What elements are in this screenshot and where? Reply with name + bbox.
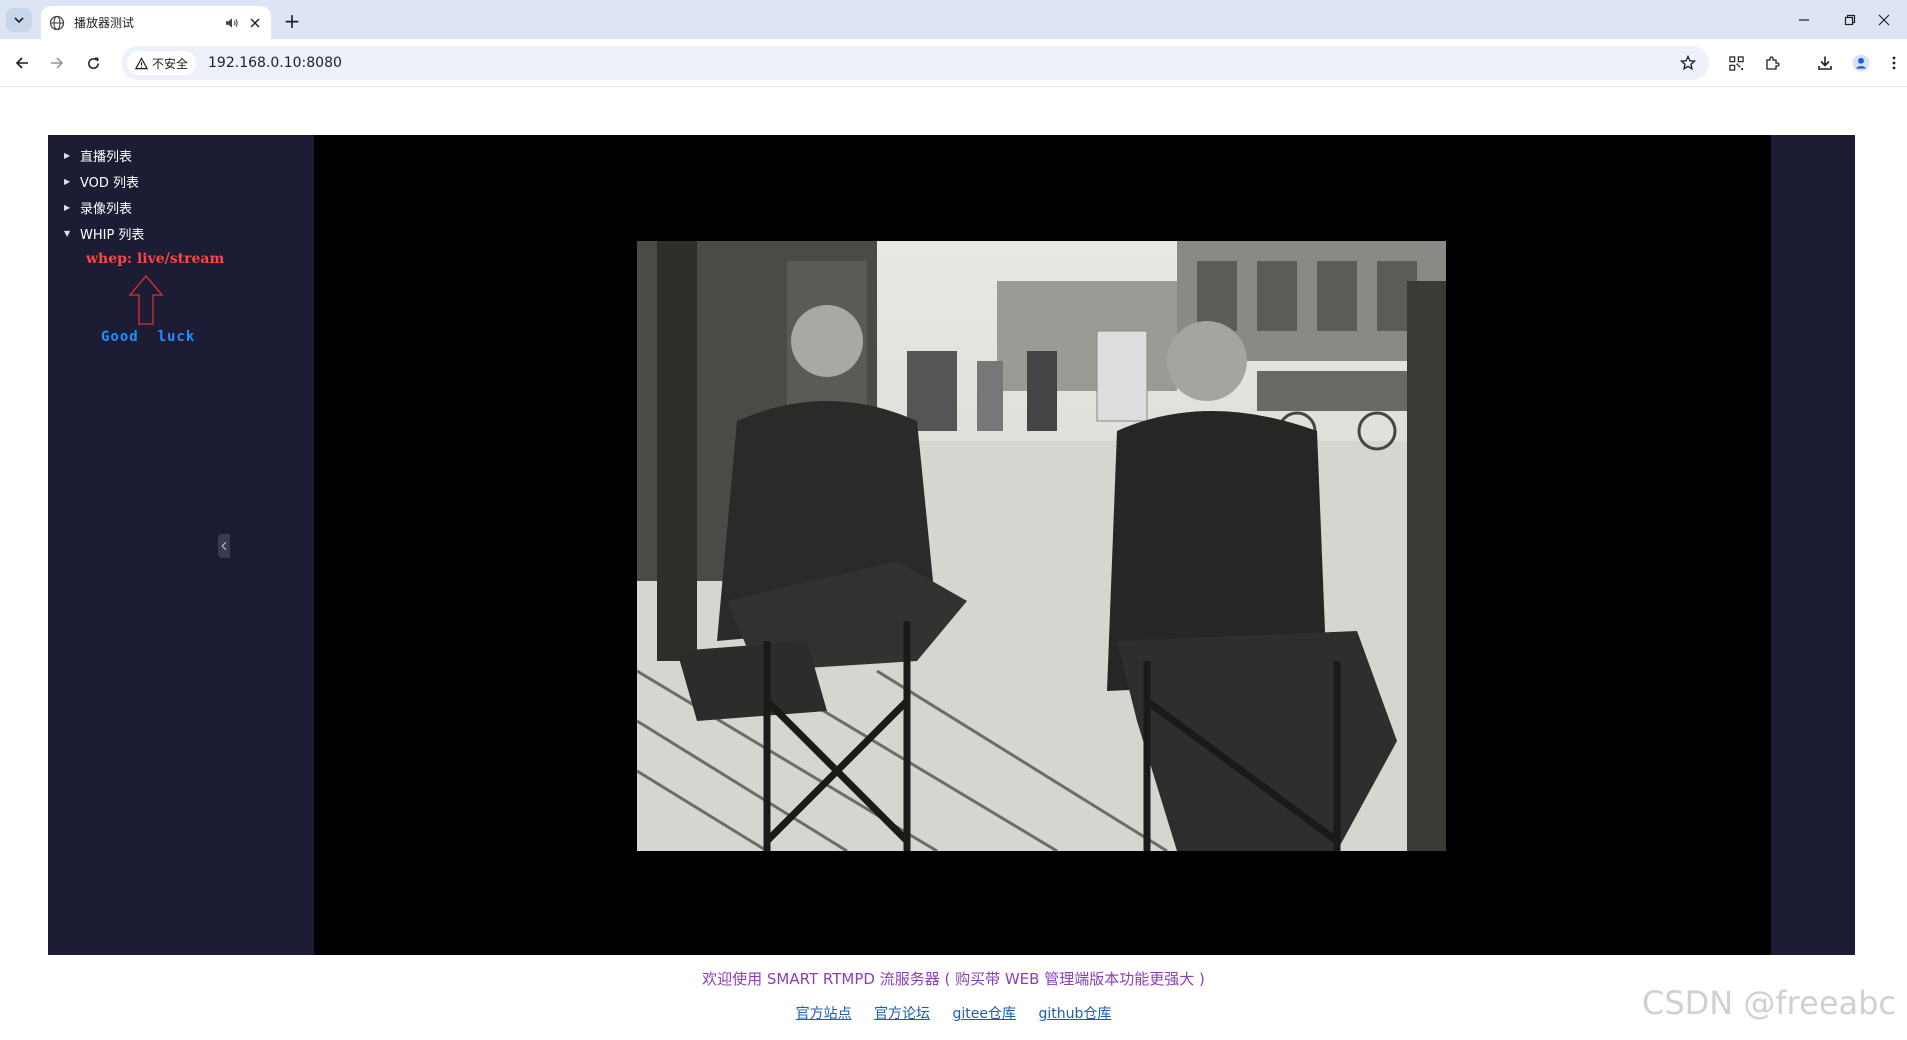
profile-icon (1852, 54, 1870, 72)
stream-item-whep[interactable]: whep: live/stream (86, 251, 224, 267)
restore-icon (1844, 14, 1856, 25)
tree-item-label: WHIP 列表 (80, 227, 145, 243)
footer-links: 官方站点 官方论坛 gitee仓库 github仓库 (0, 1003, 1907, 1023)
security-label: 不安全 (152, 56, 189, 71)
sidebar-collapse-button[interactable] (218, 534, 230, 558)
download-icon (1818, 56, 1832, 70)
qr-icon (1728, 55, 1744, 71)
extensions-button[interactable] (1759, 50, 1785, 76)
tree-item-vod[interactable]: ▶ VOD 列表 (64, 170, 139, 192)
tree-item-whip[interactable]: ▼ WHIP 列表 (64, 222, 144, 244)
browser-tab[interactable]: 播放器测试 (41, 6, 271, 39)
stream-sidebar: ▶ 直播列表 ▶ VOD 列表 ▶ 录像列表 ▼ WHIP 列表 whep: l… (48, 135, 314, 955)
url-text[interactable]: 192.168.0.10:8080 (208, 55, 1673, 71)
forward-icon (51, 57, 64, 69)
minimize-button[interactable] (1781, 0, 1827, 39)
caret-right-icon: ▶ (64, 176, 71, 186)
caret-right-icon: ▶ (64, 150, 71, 160)
tree-item-label: 直播列表 (80, 149, 133, 165)
link-official-site[interactable]: 官方站点 (796, 1006, 852, 1022)
audio-icon[interactable] (223, 15, 241, 31)
profile-button[interactable] (1848, 50, 1874, 76)
back-icon (15, 57, 28, 69)
csdn-watermark: CSDN @freeabc (1642, 984, 1897, 1022)
video-scene-image (637, 241, 1446, 851)
link-github-repo[interactable]: github仓库 (1038, 1006, 1111, 1022)
address-bar[interactable]: 不安全 192.168.0.10:8080 (121, 46, 1709, 80)
video-player[interactable] (314, 135, 1771, 955)
menu-icon (1892, 56, 1896, 70)
tree-item-label: VOD 列表 (80, 175, 140, 191)
stats-line (0, 1033, 1907, 1040)
link-gitee-repo[interactable]: gitee仓库 (953, 1006, 1017, 1022)
browser-toolbar: 不安全 192.168.0.10:8080 (0, 39, 1907, 87)
new-tab-button[interactable]: + (279, 9, 305, 33)
tab-search-button[interactable] (6, 8, 32, 32)
qr-code-button[interactable] (1723, 50, 1749, 76)
download-button[interactable] (1812, 50, 1838, 76)
minimize-icon (1799, 18, 1809, 21)
site-security-chip[interactable]: 不安全 (127, 51, 197, 75)
tree-item-label: 录像列表 (80, 201, 133, 217)
reload-icon (87, 57, 99, 69)
forward-button[interactable] (44, 50, 70, 76)
video-frame (637, 241, 1446, 851)
plus-icon: + (283, 9, 301, 33)
good-luck-annotation: Good luck (101, 329, 196, 345)
back-button[interactable] (9, 50, 35, 76)
player-app: ▶ 直播列表 ▶ VOD 列表 ▶ 录像列表 ▼ WHIP 列表 whep: l… (48, 135, 1855, 955)
caret-right-icon: ▶ (64, 202, 71, 212)
window-close-button[interactable] (1861, 0, 1907, 39)
welcome-banner: 欢迎使用 SMART RTMPD 流服务器 ( 购买带 WEB 管理端版本功能更… (702, 970, 1205, 988)
browser-menu-button[interactable] (1884, 50, 1904, 76)
tree-item-recordings[interactable]: ▶ 录像列表 (64, 196, 132, 218)
globe-icon (49, 15, 65, 31)
page-content: ▶ 直播列表 ▶ VOD 列表 ▶ 录像列表 ▼ WHIP 列表 whep: l… (0, 88, 1907, 1040)
reload-button[interactable] (80, 50, 106, 76)
link-official-forum[interactable]: 官方论坛 (874, 1006, 930, 1022)
warning-icon (135, 56, 148, 69)
up-arrow-annotation-icon (128, 275, 164, 325)
tab-close-icon[interactable] (247, 15, 263, 31)
bookmark-star-icon[interactable] (1673, 48, 1703, 78)
tree-item-live[interactable]: ▶ 直播列表 (64, 144, 132, 166)
window-close-icon (1878, 14, 1890, 25)
browser-tab-bar: 播放器测试 + (0, 0, 1907, 39)
tab-title: 播放器测试 (74, 16, 135, 30)
chevron-left-icon (221, 541, 227, 551)
chevron-down-icon (14, 17, 24, 24)
extensions-icon (1766, 56, 1780, 70)
caret-down-icon: ▼ (64, 228, 71, 238)
